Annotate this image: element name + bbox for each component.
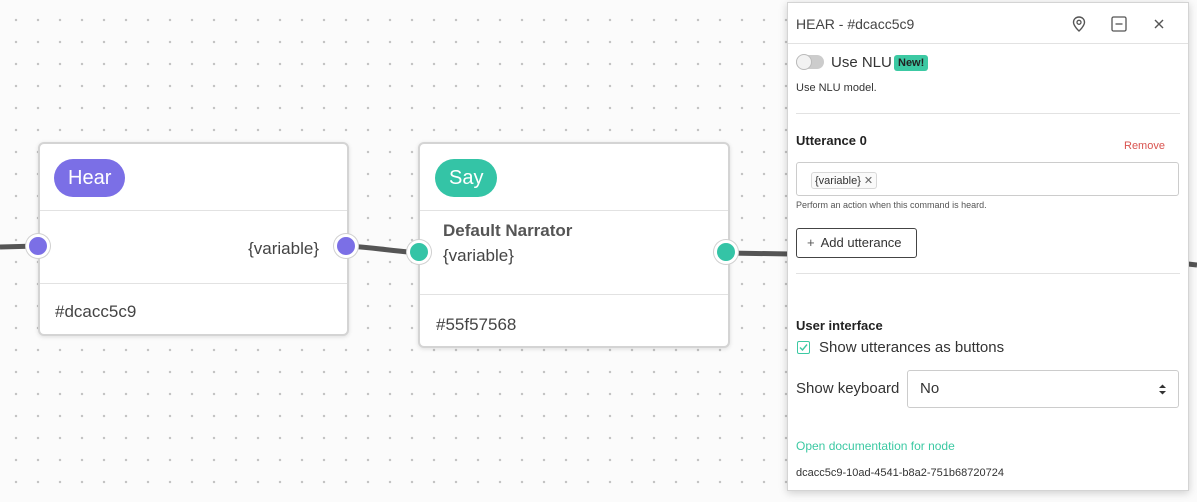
show-utterances-label[interactable]: Show utterances as buttons bbox=[819, 339, 1004, 356]
show-keyboard-value: No bbox=[920, 380, 940, 397]
use-nlu-toggle[interactable] bbox=[796, 54, 824, 70]
hear-node-divider-bottom bbox=[40, 283, 347, 284]
section-divider-1 bbox=[796, 113, 1180, 114]
hear-node-id: #dcacc5c9 bbox=[55, 302, 137, 321]
show-keyboard-label: Show keyboard bbox=[796, 380, 900, 397]
add-utterance-label: Add utterance bbox=[820, 235, 902, 250]
utterance-input[interactable]: {variable} ✕ bbox=[796, 162, 1179, 196]
use-nlu-label: Use NLU bbox=[831, 54, 892, 71]
hear-node-variable: {variable} bbox=[248, 239, 319, 258]
offscreen-connection bbox=[1187, 261, 1197, 268]
user-interface-heading: User interface bbox=[796, 318, 883, 333]
say-node-narrator: Default Narrator bbox=[443, 221, 573, 240]
panel-header: HEAR - #dcacc5c9 bbox=[788, 3, 1188, 44]
minimize-icon[interactable] bbox=[1111, 16, 1127, 32]
say-node-type-pill: Say bbox=[435, 159, 498, 197]
show-keyboard-select[interactable]: No bbox=[907, 370, 1179, 408]
say-node-variable: {variable} bbox=[443, 246, 514, 265]
toggle-knob bbox=[796, 54, 812, 70]
say-node-id: #55f57568 bbox=[436, 315, 517, 334]
node-uuid: dcacc5c9-10ad-4541-b8a2-751b68720724 bbox=[796, 467, 1004, 479]
chip-remove-icon[interactable]: ✕ bbox=[864, 175, 873, 187]
use-nlu-description: Use NLU model. bbox=[796, 82, 877, 94]
select-arrows-icon bbox=[1159, 384, 1166, 395]
say-node[interactable]: Say Default Narrator {variable} #55f5756… bbox=[418, 142, 730, 348]
utterance-chip[interactable]: {variable} ✕ bbox=[811, 172, 878, 189]
utterance-heading: Utterance 0 bbox=[796, 133, 867, 148]
checkmark-icon bbox=[799, 344, 808, 352]
hear-node-divider-top bbox=[40, 210, 347, 211]
hear-output-port[interactable] bbox=[334, 234, 358, 258]
say-output-port[interactable] bbox=[714, 240, 738, 264]
plus-icon: + bbox=[807, 235, 815, 250]
say-node-divider-top bbox=[420, 210, 728, 211]
hear-input-port[interactable] bbox=[26, 234, 50, 258]
location-pin-icon[interactable] bbox=[1072, 16, 1086, 32]
add-utterance-button[interactable]: + Add utterance bbox=[796, 228, 917, 258]
remove-utterance-link[interactable]: Remove bbox=[1124, 140, 1165, 152]
hear-node-type-pill: Hear bbox=[54, 159, 126, 197]
utterance-chip-label: {variable} bbox=[815, 175, 861, 187]
hear-node[interactable]: Hear {variable} #dcacc5c9 bbox=[38, 142, 349, 336]
panel-title: HEAR - #dcacc5c9 bbox=[796, 16, 915, 32]
section-divider-2 bbox=[796, 273, 1180, 274]
documentation-link[interactable]: Open documentation for node bbox=[796, 439, 955, 453]
new-badge: New! bbox=[894, 55, 929, 71]
say-node-divider-bottom bbox=[420, 294, 728, 295]
say-input-port[interactable] bbox=[407, 240, 431, 264]
show-utterances-checkbox[interactable] bbox=[797, 341, 810, 354]
close-icon[interactable] bbox=[1154, 19, 1164, 29]
utterance-hint: Perform an action when this command is h… bbox=[796, 200, 987, 210]
node-properties-panel: HEAR - #dcacc5c9 Use NLU New! Use NLU mo… bbox=[787, 2, 1189, 491]
